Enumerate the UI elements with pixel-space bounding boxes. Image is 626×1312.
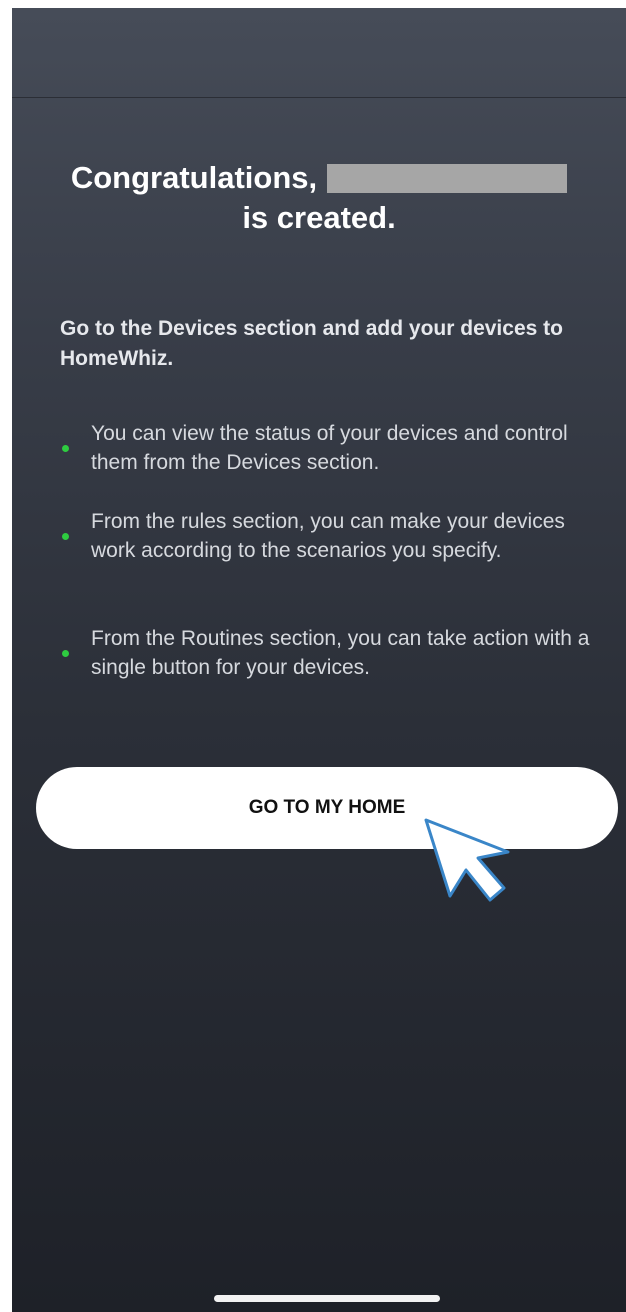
redacted-home-name [327,164,568,193]
congratulations-suffix: is created. [242,200,396,235]
go-to-my-home-label: GO TO MY HOME [248,797,406,818]
success-screen: Congratulations, is created. Go to the D… [12,8,626,1312]
bullet-text: You can view the status of your devices … [91,422,568,474]
congratulations-prefix: Congratulations, [70,160,318,195]
top-divider [12,97,626,98]
top-bar [12,8,626,98]
bullet-dot-icon [62,649,69,657]
intro-text: Go to the Devices section and add your d… [60,317,563,370]
bullet-dot-icon [62,444,69,452]
home-indicator[interactable] [214,1295,440,1302]
pointer-cursor-icon [424,818,510,902]
bullet-text: From the Routines section, you can take … [91,627,590,679]
bullet-dot-icon [62,532,69,540]
bullet-item: From the Routines section, you can take … [62,624,602,682]
go-to-my-home-button[interactable]: GO TO MY HOME [36,767,618,849]
bullet-text: From the rules section, you can make you… [91,510,565,562]
bullet-item: You can view the status of your devices … [62,419,602,477]
bullet-item: From the rules section, you can make you… [62,507,602,565]
congratulations-heading: Congratulations, is created. [12,158,626,238]
